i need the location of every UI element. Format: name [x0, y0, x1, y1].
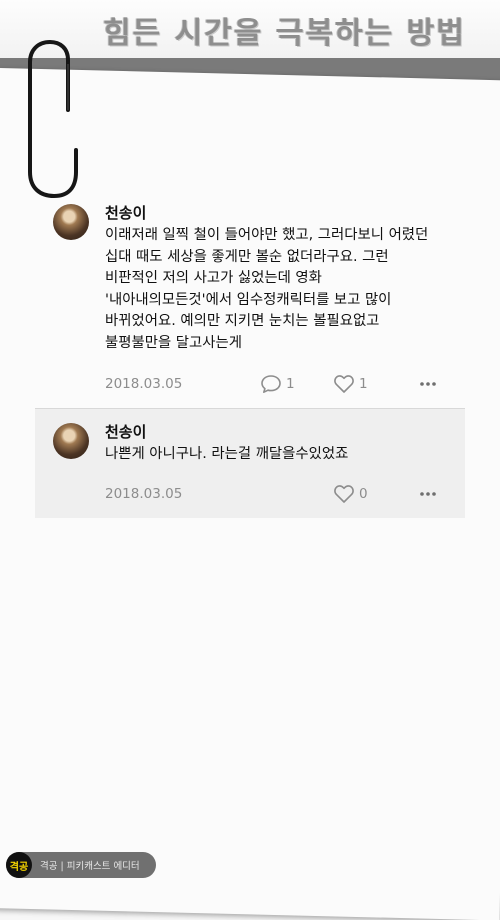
more-options-button[interactable]	[419, 484, 437, 508]
speech-bubble-icon	[261, 375, 281, 393]
like-count: 0	[359, 485, 368, 502]
like-button[interactable]: 0	[333, 484, 368, 504]
ellipsis-icon	[420, 491, 436, 496]
comment-date: 2018.03.05	[105, 376, 183, 392]
heart-icon	[334, 484, 354, 503]
comment-text: 나쁜게 아니구나. 라는걸 깨달을수있었죠	[105, 446, 349, 462]
editor-credit-label: 격공 | 피키캐스트 에디터	[40, 861, 140, 872]
heart-icon	[334, 375, 354, 393]
comment-meta: 2018.03.05 0	[105, 484, 465, 506]
avatar[interactable]	[53, 204, 89, 240]
paperclip-icon	[28, 40, 78, 199]
comment-reply-item: 천송이 나쁜게 아니구나. 라는걸 깨달을수있었죠 2018.03.05 0	[35, 408, 465, 518]
editor-logo: 격공	[6, 852, 32, 878]
comment-author[interactable]: 천송이	[105, 421, 465, 442]
reply-button[interactable]: 1	[260, 374, 295, 394]
comment-item: 천송이 이래저래 일찍 철이 들어야만 했고, 그러다보니 어렸던 십대 때도 …	[35, 190, 465, 408]
page-title: 힘든 시간을 극복하는 방법	[103, 16, 466, 51]
like-button[interactable]: 1	[333, 374, 368, 394]
comment-list: 천송이 이래저래 일찍 철이 들어야만 했고, 그러다보니 어렸던 십대 때도 …	[35, 190, 465, 518]
comment-text: 이래저래 일찍 철이 들어야만 했고, 그러다보니 어렸던 십대 때도 세상을 …	[105, 227, 429, 351]
reply-count: 1	[286, 376, 295, 392]
comment-date: 2018.03.05	[105, 485, 183, 502]
editor-credit-badge[interactable]: 격공 격공 | 피키캐스트 에디터	[6, 852, 156, 878]
comment-meta: 2018.03.05 1 1	[105, 374, 465, 396]
ellipsis-icon	[420, 382, 436, 386]
comment-author[interactable]: 천송이	[105, 202, 465, 223]
avatar[interactable]	[53, 423, 89, 459]
like-count: 1	[359, 376, 368, 392]
more-options-button[interactable]	[419, 374, 437, 398]
